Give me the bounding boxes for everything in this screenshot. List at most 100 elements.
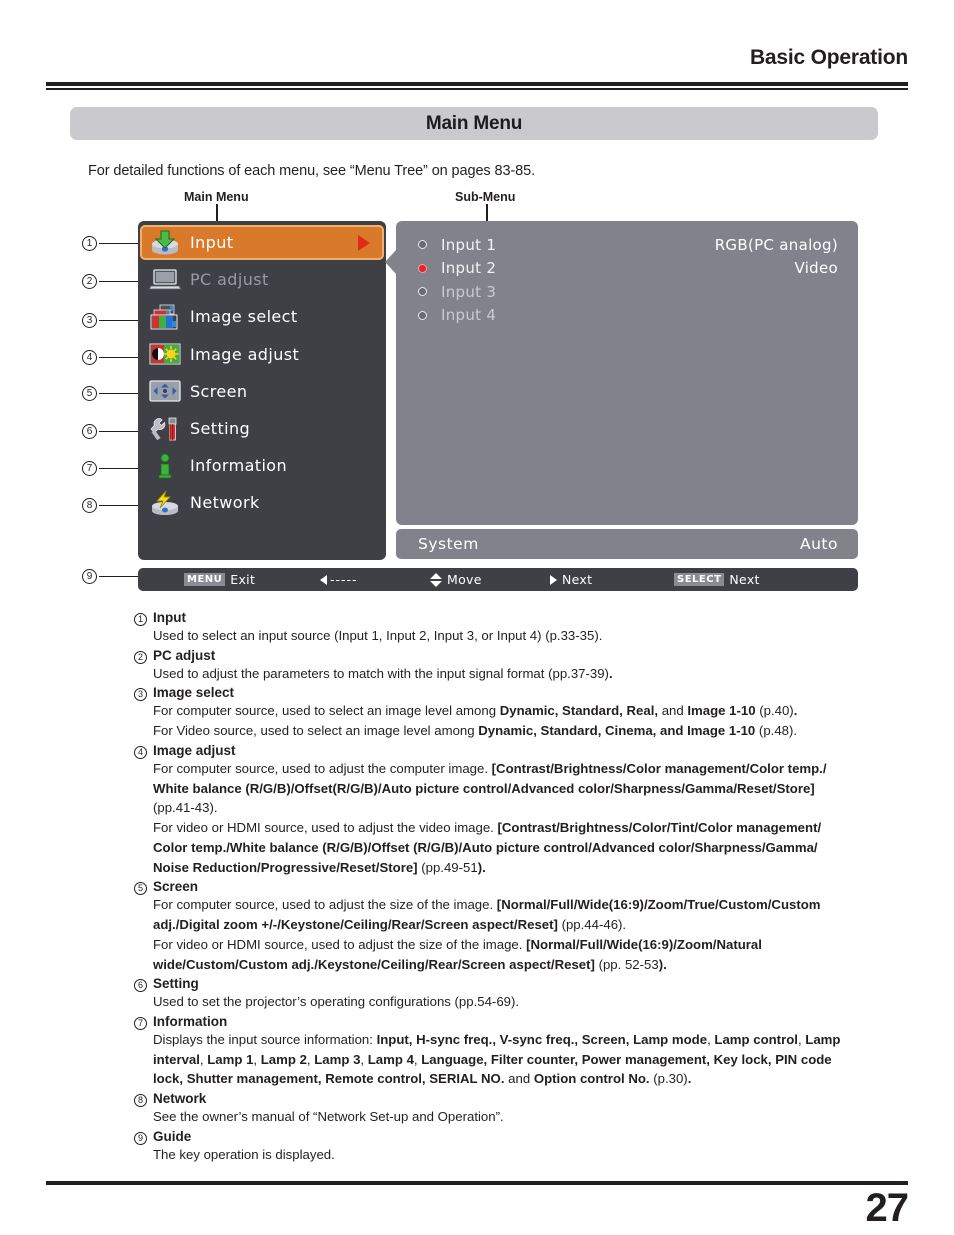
description-number: 7 <box>134 1017 147 1031</box>
description-title: Information <box>153 1014 228 1030</box>
menu-item-input[interactable]: Input <box>140 225 384 260</box>
up-down-arrows-icon <box>430 572 442 587</box>
description-heading: 1 Input <box>134 610 924 626</box>
description-title: Input <box>153 610 186 625</box>
footer-rule <box>46 1181 908 1185</box>
menu-item-label: Image adjust <box>190 344 300 364</box>
description-setting: 6 Setting Used to set the projector’s oper… <box>134 976 924 1012</box>
radio-button-icon[interactable] <box>418 287 427 296</box>
radio-button-icon[interactable] <box>418 263 427 273</box>
callout-8: 8 <box>82 498 157 514</box>
osd-screenshot: Input PC adjust Image select Image adjust Sc… <box>138 221 858 591</box>
guide-next[interactable]: Next <box>550 568 592 591</box>
guide-move[interactable]: Move <box>430 568 482 591</box>
description-network: 8 Network See the owner’s manual of “Netwo… <box>134 1091 924 1127</box>
callout-6: 6 <box>82 424 157 440</box>
guide-exit[interactable]: MENU Exit <box>184 568 255 591</box>
input-device-download-icon <box>148 230 182 256</box>
triangle-left-icon <box>320 574 327 585</box>
menu-item-label: Screen <box>190 381 248 401</box>
callout-number: 3 <box>82 313 97 328</box>
laptop-icon <box>148 267 182 293</box>
description-body: Used to set the projector’s operating co… <box>153 993 924 1012</box>
description-line: Used to select an input source (Input 1,… <box>153 628 603 643</box>
description-number: 5 <box>134 882 147 896</box>
description-body: For computer source, used to adjust the … <box>153 760 924 877</box>
description-heading: 8 Network <box>134 1091 924 1108</box>
menu-item-label: Information <box>190 456 288 476</box>
radio-button-icon[interactable] <box>418 310 427 320</box>
radio-button-icon[interactable] <box>418 240 427 249</box>
description-number: 8 <box>134 1094 147 1108</box>
description-heading: 6 Setting <box>134 976 924 993</box>
description-heading: 7 Information <box>134 1014 924 1031</box>
wrench-screwdriver-icon <box>148 416 182 442</box>
submenu-item-input-2[interactable]: Input 2 Video <box>396 257 858 280</box>
menu-item-image-select[interactable]: Image select <box>142 299 382 334</box>
description-line: For video or HDMI source, used to adjust… <box>153 936 762 952</box>
submenu-item-label: Input 1 <box>441 235 497 254</box>
description-line: For computer source, used to select an i… <box>153 703 798 719</box>
info-i-icon <box>148 453 182 479</box>
callout-number: 4 <box>82 350 97 365</box>
osd-system-row[interactable]: System Auto <box>396 529 858 559</box>
page-number: 27 <box>865 1186 909 1230</box>
submenu-item-label: Input 4 <box>441 306 497 324</box>
menu-item-network[interactable]: Network <box>142 485 382 520</box>
description-number: 9 <box>134 1131 147 1145</box>
description-image-adjust: 4 Image adjust For computer source, used t… <box>134 743 924 877</box>
description-number: 3 <box>134 688 147 702</box>
description-line: For video or HDMI source, used to adjust… <box>153 820 822 836</box>
menu-item-pc-adjust[interactable]: PC adjust <box>142 262 382 297</box>
description-body: For computer source, used to adjust the … <box>153 896 924 974</box>
description-title: Guide <box>153 1128 192 1144</box>
contrast-sun-icon <box>148 341 182 367</box>
description-screen: 5 Screen For computer source, used to adju… <box>134 879 924 974</box>
description-line: lock, Shutter management, Remote control… <box>153 1071 692 1087</box>
description-body: For computer source, used to select an i… <box>153 702 924 740</box>
menu-item-setting[interactable]: Setting <box>142 411 382 446</box>
description-title: Image select <box>153 685 235 701</box>
submenu-item-input-3[interactable]: Input 3 <box>396 280 858 303</box>
submenu-item-label: Input 2 <box>441 259 497 277</box>
description-title: PC adjust <box>153 647 216 663</box>
callout-number: 2 <box>82 274 97 289</box>
submenu-item-value: Video <box>794 259 838 277</box>
menu-item-screen[interactable]: Screen <box>142 374 382 409</box>
description-line: White balance (R/G/B)/Offset(R/G/B)/Auto… <box>153 780 815 796</box>
callout-number: 7 <box>82 461 97 476</box>
rgb-cards-icon <box>148 304 182 330</box>
menu-item-information[interactable]: Information <box>142 448 382 483</box>
description-title: Network <box>153 1091 207 1107</box>
intro-text: For detailed functions of each menu, see… <box>88 163 535 179</box>
callout-1: 1 <box>82 236 157 252</box>
guide-move-label: Move <box>447 572 482 587</box>
description-body: The key operation is displayed. <box>153 1146 924 1165</box>
submenu-arrow-icon <box>358 234 370 251</box>
menu-key-badge: MENU <box>184 573 226 586</box>
guide-back[interactable]: ----- <box>320 568 358 591</box>
header-rule-thin <box>46 88 908 90</box>
submenu-item-input-1[interactable]: Input 1 RGB(PC analog) <box>396 233 858 256</box>
header-rule-thick <box>46 82 908 86</box>
submenu-item-value: RGB(PC analog) <box>714 235 838 254</box>
osd-sub-menu-panel: Input 1 RGB(PC analog) Input 2 Video Input 3… <box>385 221 858 525</box>
description-heading: 2 PC adjust <box>134 648 924 664</box>
description-heading: 3 Image select <box>134 685 924 702</box>
menu-item-image-adjust[interactable]: Image adjust <box>142 337 382 372</box>
guide-select-next-label: Next <box>729 572 760 587</box>
description-heading: 5 Screen <box>134 879 924 896</box>
description-line: adj./Digital zoom +/-/Keystone/Ceiling/R… <box>153 917 627 933</box>
guide-dashes: ----- <box>330 572 358 587</box>
system-value: Auto <box>800 535 838 553</box>
callout-3: 3 <box>82 313 157 329</box>
guide-select-next[interactable]: SELECT Next <box>674 568 760 591</box>
submenu-item-input-4[interactable]: Input 4 <box>396 304 858 327</box>
system-label: System <box>418 535 479 553</box>
description-number: 1 <box>134 613 147 626</box>
menu-item-label: Setting <box>190 419 251 438</box>
description-line: Noise Reduction/Progressive/Reset/Store]… <box>153 859 486 875</box>
description-title: Image adjust <box>153 742 236 758</box>
description-body: See the owner’s manual of “Network Set-u… <box>153 1108 924 1127</box>
osd-main-menu-panel: Input PC adjust Image select Image adjust Sc… <box>138 221 386 560</box>
